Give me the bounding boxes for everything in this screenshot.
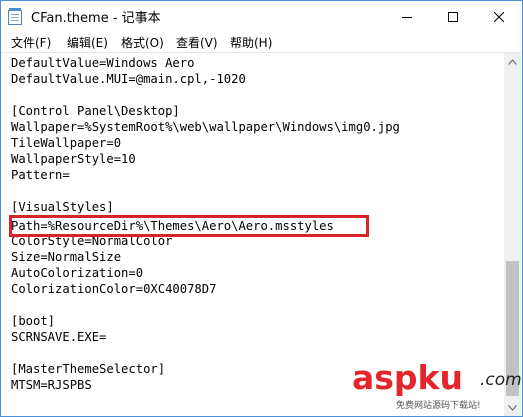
editor-line: Pattern= [11,168,70,182]
watermark-tagline: 免费网站源码下载站! [396,401,481,411]
minimize-icon [402,16,412,18]
close-button[interactable] [476,1,522,32]
chevron-up-icon [508,58,517,65]
maximize-icon [448,11,458,22]
editor-line: Wallpaper=%SystemRoot%\web\wallpaper\Win… [11,120,400,134]
menu-bar: 文件(F) 编辑(E) 格式(O) 查看(V) 帮助(H) [1,32,522,53]
scroll-up-button[interactable] [504,53,521,70]
notepad-window: CFan.theme - 记事本 文件(F) 编辑(E) 格式(O) 查看(V)… [0,0,523,417]
editor-line: TileWallpaper=0 [11,136,122,150]
site-watermark: aspku .com 免费网站源码下载站! [352,358,522,411]
menu-help[interactable]: 帮助(H) [230,34,272,51]
menu-file[interactable]: 文件(F) [11,34,51,51]
title-bar[interactable]: CFan.theme - 记事本 [1,1,522,32]
maximize-button[interactable] [430,1,476,32]
highlight-box [9,215,369,237]
notepad-icon[interactable] [8,8,22,25]
editor-line: [Control Panel\Desktop] [11,104,180,118]
editor-line: [VisualStyles] [11,200,114,214]
editor-line: DefaultValue.MUI=@main.cpl,-1020 [11,72,246,86]
editor-line: MTSM=RJSPBS [11,378,92,392]
editor-line: WallpaperStyle=10 [11,152,136,166]
close-icon [494,11,504,22]
watermark-logo: aspku [352,358,463,397]
watermark-domain: .com [480,370,522,390]
editor-line: AutoColorization=0 [11,266,144,280]
window-title: CFan.theme - 记事本 [31,11,161,26]
menu-edit[interactable]: 编辑(E) [67,34,108,51]
editor-line: [boot] [11,314,56,328]
editor-line: ColorizationColor=0XC40078D7 [11,282,217,296]
editor-line: Size=NormalSize [11,250,122,264]
editor-line: DefaultValue=Windows Aero [11,56,195,70]
minimize-button[interactable] [384,1,430,32]
menu-format[interactable]: 格式(O) [121,34,164,51]
editor-line: [MasterThemeSelector] [11,362,166,376]
menu-view[interactable]: 查看(V) [176,34,218,51]
editor-line: SCRNSAVE.EXE= [11,330,107,344]
